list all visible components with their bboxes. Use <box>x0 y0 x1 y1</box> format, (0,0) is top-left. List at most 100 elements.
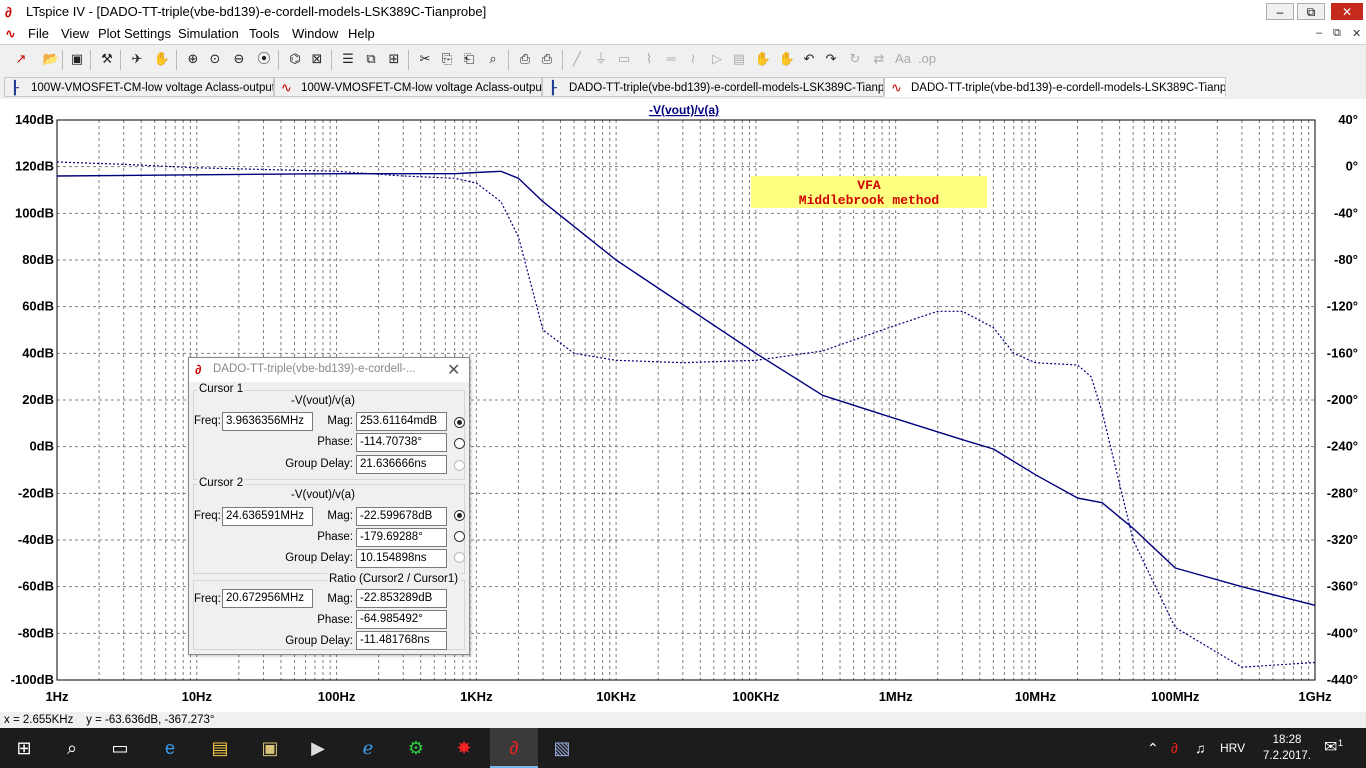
menu-plot-settings[interactable]: Plot Settings <box>98 26 171 41</box>
resistor-icon[interactable]: ⌇ <box>640 50 658 68</box>
mdi-minimize-button[interactable]: – <box>1316 27 1322 39</box>
spice-directive-icon[interactable]: .op <box>918 50 936 68</box>
edge-browser-icon[interactable]: e <box>146 728 194 768</box>
close-button[interactable]: ✕ <box>1331 3 1363 20</box>
mdi-close-button[interactable]: ✕ <box>1352 27 1361 40</box>
cursor2-mag-field[interactable]: -22.599678dB <box>356 507 447 526</box>
cursor1-mag-field[interactable]: 253.61164mdB <box>356 412 447 431</box>
ratio-freq-field[interactable]: 20.672956MHz <box>222 589 313 608</box>
ground-icon[interactable]: ⏚ <box>592 50 610 68</box>
cursor2-mag-radio[interactable] <box>454 510 465 521</box>
menu-help[interactable]: Help <box>348 26 375 41</box>
cascade-icon[interactable]: ⧉ <box>362 50 380 68</box>
file-explorer-icon[interactable]: ▤ <box>196 728 244 768</box>
text-icon[interactable]: Aa <box>894 50 912 68</box>
save-icon[interactable]: ▣ <box>68 50 86 68</box>
zoom-pan-icon[interactable]: ⊙ <box>206 50 224 68</box>
search-icon[interactable]: ⌕ <box>48 728 96 768</box>
capacitor-icon[interactable]: ═ <box>662 50 680 68</box>
dialog-close-icon[interactable]: ✕ <box>447 360 460 380</box>
label-net-icon[interactable]: ▭ <box>615 50 633 68</box>
tab-label: DADO-TT-triple(vbe-bd139)-e-cordell-mode… <box>569 82 884 94</box>
menu-view[interactable]: View <box>61 26 89 41</box>
fit-window-icon[interactable]: ⊠ <box>308 50 326 68</box>
task-view-icon[interactable]: ▭ <box>96 728 144 768</box>
language-indicator[interactable]: HRV <box>1220 728 1245 768</box>
tile-vertical-icon[interactable]: ⊞ <box>385 50 403 68</box>
cursor2-gd-field[interactable]: 10.154898ns <box>356 549 447 568</box>
autorange-icon[interactable]: ⌬ <box>286 50 304 68</box>
print-preview-icon[interactable]: ⎙ <box>516 50 534 68</box>
cut-icon[interactable]: ✂ <box>416 50 434 68</box>
tab-2[interactable]: ∿ 100W-VMOSFET-CM-low voltage Aclass-out… <box>274 77 542 97</box>
green-app-icon[interactable]: ⚙ <box>392 728 440 768</box>
ratio-gd-field[interactable]: -11.481768ns <box>356 631 447 650</box>
halt-icon[interactable]: ✋ <box>153 50 171 68</box>
red-app-icon[interactable]: ✸ <box>440 728 488 768</box>
menu-simulation[interactable]: Simulation <box>178 26 239 41</box>
paste-icon[interactable]: ⎗ <box>460 50 478 68</box>
tab-3[interactable]: ┠ DADO-TT-triple(vbe-bd139)-e-cordell-mo… <box>542 77 884 97</box>
document-icon[interactable]: ∿ <box>5 26 16 42</box>
find-icon[interactable]: ⌕ <box>484 50 502 68</box>
cursor1-phase-field[interactable]: -114.70738° <box>356 433 447 452</box>
trace-label[interactable]: -V(vout)/v(a) <box>649 103 719 117</box>
redo-icon[interactable]: ↷ <box>822 50 840 68</box>
folder-app-icon[interactable]: ▣ <box>246 728 294 768</box>
ltspice-tray-icon[interactable]: ∂ <box>1171 728 1178 768</box>
ratio-mag-field[interactable]: -22.853289dB <box>356 589 447 608</box>
mdi-restore-button[interactable]: ⧉ <box>1333 27 1341 40</box>
component-icon[interactable]: ▤ <box>730 50 748 68</box>
menu-tools[interactable]: Tools <box>249 26 279 41</box>
y-tick-label-right: -40° <box>1334 205 1358 220</box>
wire-icon[interactable]: ╱ <box>568 50 586 68</box>
move-icon[interactable]: ✋ <box>754 50 772 68</box>
run-icon[interactable]: ✈ <box>128 50 146 68</box>
control-panel-icon[interactable]: ⚒ <box>98 50 116 68</box>
open-icon[interactable]: ↗ <box>12 50 30 68</box>
inductor-icon[interactable]: ≀ <box>684 50 702 68</box>
maximize-button[interactable]: ⧉ <box>1297 3 1325 20</box>
menu-file[interactable]: File <box>28 26 49 41</box>
drag-icon[interactable]: ✋ <box>778 50 796 68</box>
mirror-icon[interactable]: ⇄ <box>870 50 888 68</box>
y-tick-label-left: 100dB <box>15 205 54 220</box>
cursor1-freq-field[interactable]: 3.9636356MHz <box>222 412 313 431</box>
zoom-in-icon[interactable]: ⊕ <box>184 50 202 68</box>
tile-horizontal-icon[interactable]: ☰ <box>339 50 357 68</box>
x-tick-label: 100KHz <box>732 689 779 704</box>
internet-explorer-icon[interactable]: ℯ <box>344 728 392 768</box>
print-icon[interactable]: ⎙ <box>538 50 556 68</box>
cursor1-mag-radio[interactable] <box>454 417 465 428</box>
diode-icon[interactable]: ▷ <box>708 50 726 68</box>
undo-icon[interactable]: ↶ <box>800 50 818 68</box>
media-app-icon[interactable]: ▶ <box>294 728 342 768</box>
cursor1-phase-radio[interactable] <box>454 438 465 449</box>
menu-window[interactable]: Window <box>292 26 338 41</box>
tab-1[interactable]: ┠ 100W-VMOSFET-CM-low voltage Aclass-out… <box>4 77 274 97</box>
cursor-dialog[interactable]: ∂ DADO-TT-triple(vbe-bd139)-e-cordell-..… <box>188 357 470 655</box>
show-hidden-icons-icon[interactable]: ⌃ <box>1147 728 1159 768</box>
notification-center-icon[interactable]: ✉ <box>1324 728 1337 768</box>
dialog-title-bar[interactable]: ∂ DADO-TT-triple(vbe-bd139)-e-cordell-..… <box>189 358 469 382</box>
ratio-phase-field[interactable]: -64.985492° <box>356 610 447 629</box>
notes-app-icon[interactable]: ▧ <box>538 728 586 768</box>
cursor2-freq-field[interactable]: 24.636591MHz <box>222 507 313 526</box>
cursor2-phase-radio[interactable] <box>454 531 465 542</box>
cursor1-gd-radio[interactable] <box>454 460 465 471</box>
y-tick-label-left: 140dB <box>15 112 54 127</box>
copy-icon[interactable]: ⎘ <box>438 50 456 68</box>
cursor2-phase-field[interactable]: -179.69288° <box>356 528 447 547</box>
rotate-icon[interactable]: ↻ <box>846 50 864 68</box>
start-button-icon[interactable]: ⊞ <box>0 728 48 768</box>
zoom-fit-icon[interactable]: ⦿ <box>255 50 273 68</box>
cursor1-gd-field[interactable]: 21.636666ns <box>356 455 447 474</box>
minimize-button[interactable]: – <box>1266 3 1294 20</box>
speaker-icon[interactable]: ♫ <box>1195 728 1206 768</box>
zoom-out-icon[interactable]: ⊖ <box>230 50 248 68</box>
open-folder-icon[interactable]: 📂 <box>42 50 60 68</box>
clock[interactable]: 18:28 7.2.2017. <box>1262 732 1312 764</box>
cursor2-gd-radio[interactable] <box>454 552 465 563</box>
ltspice-taskbar-icon[interactable]: ∂ <box>490 728 538 768</box>
tab-4[interactable]: ∿ DADO-TT-triple(vbe-bd139)-e-cordell-mo… <box>884 77 1226 97</box>
